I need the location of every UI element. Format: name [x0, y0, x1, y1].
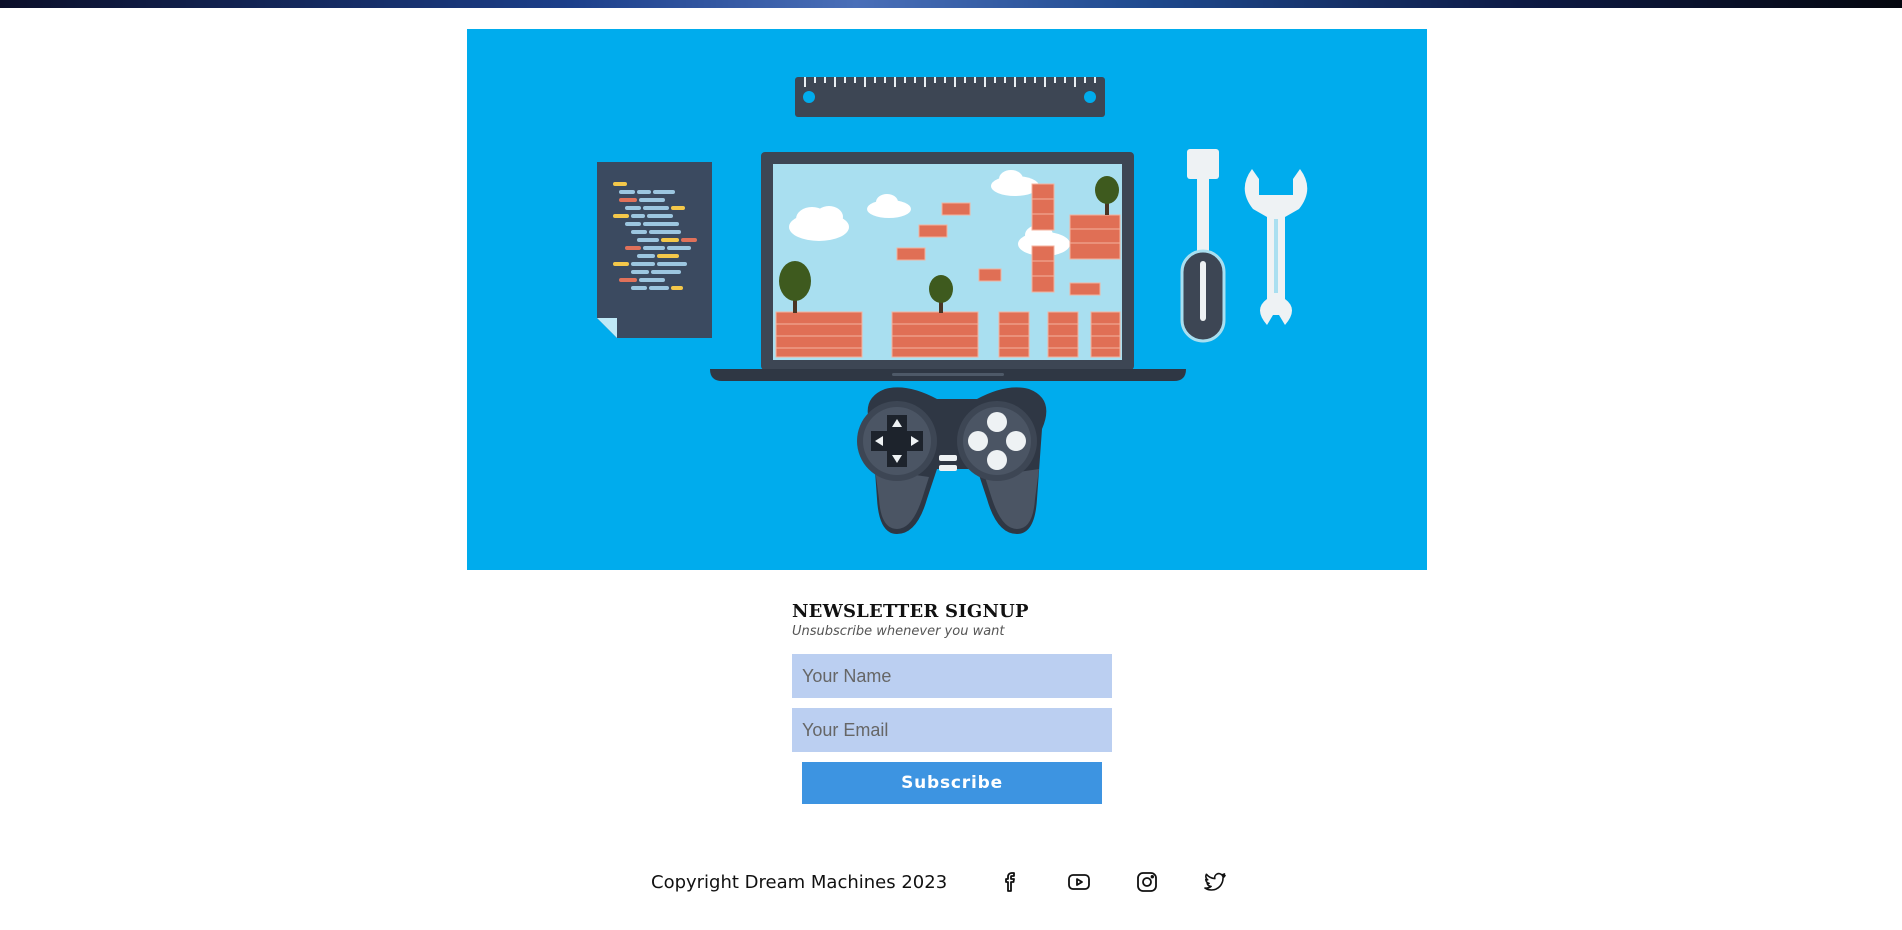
screwdriver-icon	[1180, 149, 1226, 343]
social-links	[999, 870, 1227, 894]
newsletter-signup: NEWSLETTER SIGNUP Unsubscribe whenever y…	[792, 600, 1112, 804]
wrench-icon	[1244, 169, 1308, 325]
subscribe-button[interactable]: Subscribe	[802, 762, 1102, 804]
copyright-text: Copyright Dream Machines 2023	[651, 871, 948, 893]
name-input[interactable]	[792, 654, 1112, 698]
top-banner-image	[0, 0, 1902, 8]
footer: Copyright Dream Machines 2023	[651, 866, 1227, 898]
ruler-icon	[795, 77, 1105, 117]
newsletter-subtitle: Unsubscribe whenever you want	[792, 624, 1005, 639]
laptop-icon	[710, 152, 1186, 381]
youtube-icon[interactable]	[1067, 870, 1091, 894]
newsletter-title: NEWSLETTER SIGNUP	[792, 601, 1029, 622]
code-document-icon	[597, 162, 712, 338]
facebook-icon[interactable]	[999, 870, 1023, 894]
instagram-icon[interactable]	[1135, 870, 1159, 894]
twitter-icon[interactable]	[1203, 870, 1227, 894]
email-input[interactable]	[792, 708, 1112, 752]
game-controller-icon	[857, 387, 1047, 534]
hero-illustration	[467, 29, 1427, 570]
